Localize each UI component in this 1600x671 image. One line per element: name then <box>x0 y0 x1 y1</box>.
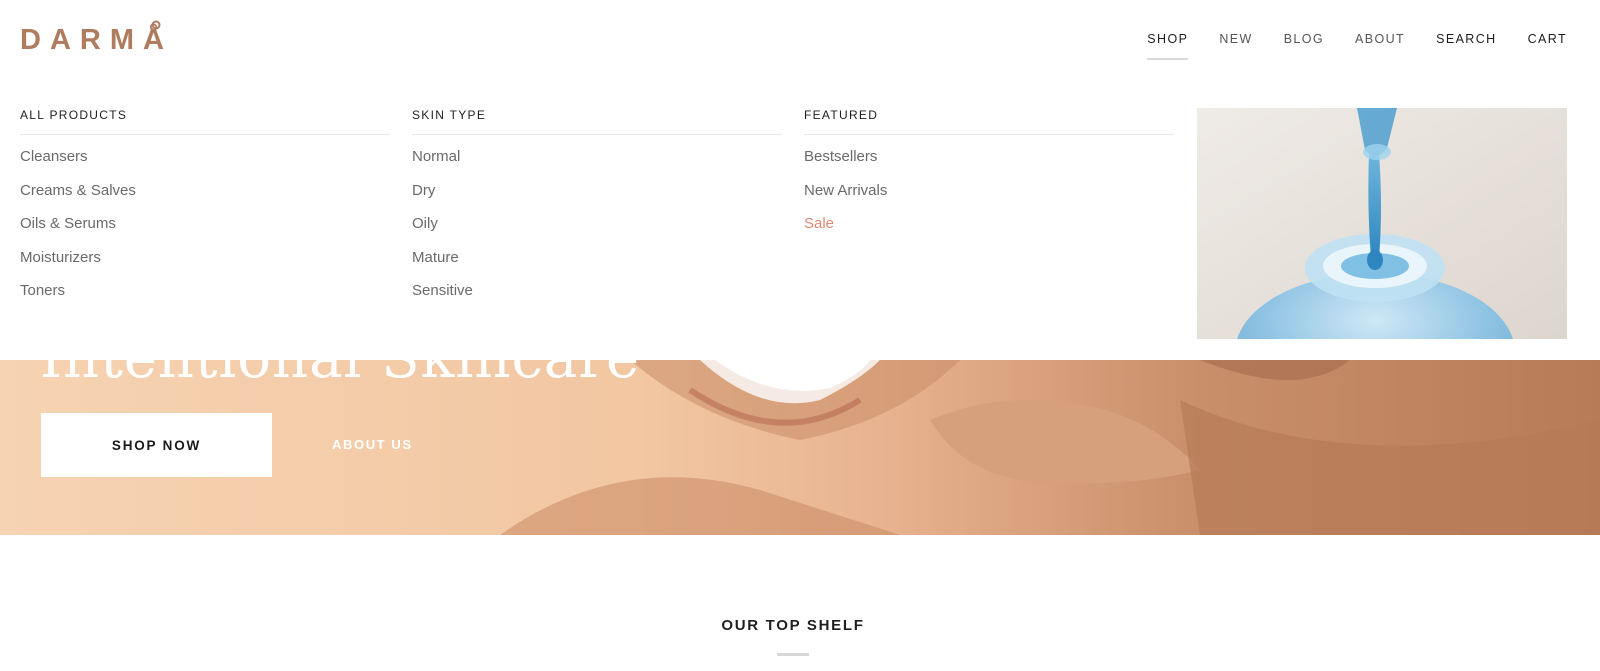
menu-link-creams-salves[interactable]: Creams & Salves <box>20 180 390 214</box>
featured-product-image[interactable] <box>1197 108 1567 339</box>
menu-link-moisturizers[interactable]: Moisturizers <box>20 247 390 281</box>
menu-link-oily[interactable]: Oily <box>412 213 782 247</box>
site-header: DARMÅ SHOP NEW BLOG ABOUT SEARCH CART <box>0 0 1600 80</box>
menu-column-featured: FEATURED Bestsellers New Arrivals Sale <box>804 108 1174 247</box>
section-title-top-shelf: OUR TOP SHELF <box>721 617 865 634</box>
nav-cart[interactable]: CART <box>1528 32 1567 52</box>
nav-search[interactable]: SEARCH <box>1436 32 1497 52</box>
menu-link-cleansers[interactable]: Cleansers <box>20 146 390 180</box>
nav-about[interactable]: ABOUT <box>1355 32 1405 52</box>
nav-new[interactable]: NEW <box>1219 32 1252 52</box>
menu-link-oils-serums[interactable]: Oils & Serums <box>20 213 390 247</box>
svg-text:DARMÅ: DARMÅ <box>20 23 166 53</box>
menu-link-normal[interactable]: Normal <box>412 146 782 180</box>
column-heading: SKIN TYPE <box>412 108 782 135</box>
menu-link-toners[interactable]: Toners <box>20 280 390 314</box>
hero-banner: Intentional Skincare SHOP NOW ABOUT US <box>0 360 1600 535</box>
darma-logo-mark: DARMÅ <box>20 20 166 53</box>
menu-link-dry[interactable]: Dry <box>412 180 782 214</box>
nav-shop[interactable]: SHOP <box>1147 32 1189 60</box>
menu-link-bestsellers[interactable]: Bestsellers <box>804 146 1174 180</box>
hero-title: Intentional Skincare <box>40 360 640 391</box>
about-us-link[interactable]: ABOUT US <box>332 437 413 452</box>
menu-link-new-arrivals[interactable]: New Arrivals <box>804 180 1174 214</box>
menu-column-skin-type: SKIN TYPE Normal Dry Oily Mature Sensiti… <box>412 108 782 314</box>
menu-link-mature[interactable]: Mature <box>412 247 782 281</box>
brand-logo[interactable]: DARMÅ <box>20 18 166 54</box>
menu-link-sale[interactable]: Sale <box>804 213 1174 247</box>
menu-column-all-products: ALL PRODUCTS Cleansers Creams & Salves O… <box>20 108 390 314</box>
shop-now-button[interactable]: SHOP NOW <box>41 413 272 477</box>
nav-blog[interactable]: BLOG <box>1284 32 1324 52</box>
serum-dropper-illustration <box>1197 108 1567 339</box>
menu-link-sensitive[interactable]: Sensitive <box>412 280 782 314</box>
shop-mega-menu: ALL PRODUCTS Cleansers Creams & Salves O… <box>0 80 1600 360</box>
column-heading: ALL PRODUCTS <box>20 108 390 135</box>
main-nav: SHOP NEW BLOG ABOUT SEARCH CART <box>1116 32 1567 60</box>
section-divider <box>777 653 809 656</box>
column-heading: FEATURED <box>804 108 1174 135</box>
